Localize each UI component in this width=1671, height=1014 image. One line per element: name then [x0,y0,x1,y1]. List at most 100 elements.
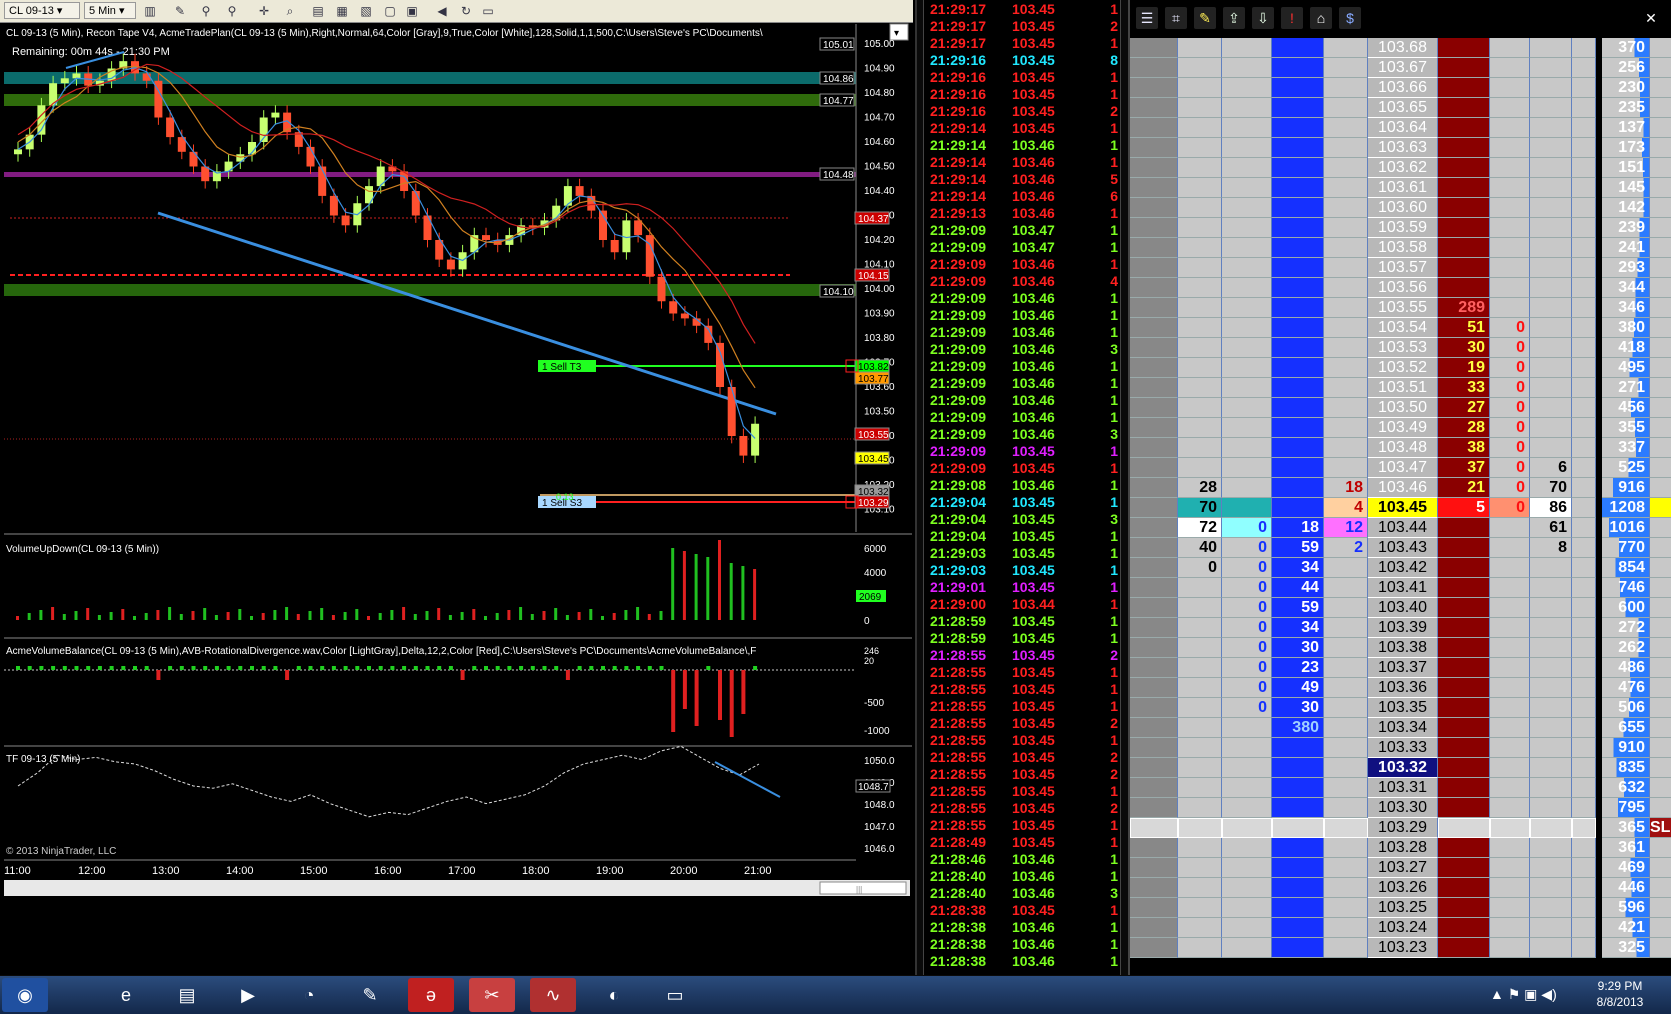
import-icon[interactable]: ⇩ [1252,7,1274,29]
dom-cell-price[interactable]: 103.61 [1368,178,1438,198]
dom-cell-c7[interactable] [1530,738,1572,758]
drawing-tool-2-icon[interactable]: ⚲ [224,3,240,19]
dom-cell-price[interactable]: 103.27 [1368,858,1438,878]
dom-cell-price[interactable]: 103.23 [1368,938,1438,958]
dom-row[interactable]: 103.58 241 [1130,238,1671,258]
dom-row[interactable]: 28 18 103.46 21 0 70 916 [1130,478,1671,498]
dom-row[interactable]: 103.32 835 [1130,758,1671,778]
firefox-icon[interactable]: ◔ [286,978,332,1012]
start-orb[interactable]: ◉ [2,978,48,1012]
dom-cell-c1[interactable] [1178,118,1222,138]
instrument-selector[interactable]: CL 09-13 ▾ [4,2,80,19]
dom-cell-c7[interactable] [1530,898,1572,918]
explorer-icon[interactable]: ▤ [164,978,210,1012]
draw-pencil-icon[interactable]: ✎ [172,3,188,19]
dom-row[interactable]: 103.33 910 [1130,738,1671,758]
dom-cell-c7[interactable] [1530,438,1572,458]
dom-cell-c1[interactable] [1178,878,1222,898]
dom-cell-c7[interactable] [1530,678,1572,698]
dom-cell-price[interactable]: 103.57 [1368,258,1438,278]
dom-cell-c7[interactable]: 8 [1530,538,1572,558]
dom-row[interactable]: 103.56 344 [1130,278,1671,298]
dom-cell-c1[interactable]: 0 [1178,558,1222,578]
chart-icon[interactable]: ⌗ [1165,7,1187,29]
alert-icon[interactable]: ! [1281,7,1303,29]
dom-row[interactable]: 103.63 173 [1130,138,1671,158]
dom-cell-price[interactable]: 103.50 [1368,398,1438,418]
bar-type-icon[interactable]: ▥ [142,3,158,19]
dom-row[interactable]: 103.67 256 [1130,58,1671,78]
dom-cell-c1[interactable] [1178,598,1222,618]
dom-cell-price[interactable]: 103.67 [1368,58,1438,78]
dom-cell-c7[interactable] [1530,98,1572,118]
dom-cell-c7[interactable]: 86 [1530,498,1572,518]
dom-cell-c1[interactable] [1178,298,1222,318]
dom-row[interactable]: 103.64 137 [1130,118,1671,138]
dom-cell-c7[interactable] [1530,178,1572,198]
dom-cell-c7[interactable] [1530,398,1572,418]
dom-row[interactable]: 103.47 37 0 6 525 [1130,458,1671,478]
dom-cell-price[interactable]: 103.60 [1368,198,1438,218]
dom-cell-price[interactable]: 103.26 [1368,878,1438,898]
dom-cell-c7[interactable] [1530,878,1572,898]
dom-cell-c7[interactable] [1530,798,1572,818]
close-icon[interactable]: ✕ [1640,7,1662,29]
dom-cell-c7[interactable] [1530,778,1572,798]
dom-cell-c1[interactable] [1178,218,1222,238]
dom-cell-c1[interactable] [1178,98,1222,118]
dom-cell-price[interactable]: 103.38 [1368,638,1438,658]
dom-cell-c1[interactable] [1178,78,1222,98]
dom-cell-price[interactable]: 103.53 [1368,338,1438,358]
dom-row[interactable]: 0 0 34 103.42 854 [1130,558,1671,578]
dom-row[interactable]: 103.54 51 0 380 [1130,318,1671,338]
dom-cell-c7[interactable]: 6 [1530,458,1572,478]
dom-row[interactable]: 103.31 632 [1130,778,1671,798]
dom-cell-price[interactable]: 103.34 [1368,718,1438,738]
dom-cell-c1[interactable] [1178,178,1222,198]
dom-row[interactable]: 103.29 365 SL [1130,818,1671,838]
dom-row[interactable]: 0 49 103.36 476 [1130,678,1671,698]
dom-cell-price[interactable]: 103.62 [1368,158,1438,178]
gadget-icon[interactable]: ◐ [591,978,637,1012]
list-icon[interactable]: ☰ [1136,7,1158,29]
dom-cell-price[interactable]: 103.58 [1368,238,1438,258]
dom-cell-c7[interactable] [1530,858,1572,878]
dom-cell-c7[interactable] [1530,278,1572,298]
dom-cell-price[interactable]: 103.40 [1368,598,1438,618]
data-box-icon[interactable]: ▢ [382,3,398,19]
dom-cell-c1[interactable] [1178,438,1222,458]
dom-cell-c7[interactable] [1530,918,1572,938]
dom-row[interactable]: 70 4 103.45 5 0 86 1208 [1130,498,1671,518]
dom-row[interactable]: 72 0 18 12 103.44 61 1016 [1130,518,1671,538]
template-icon[interactable]: ▣ [404,3,420,19]
dom-row[interactable]: 103.28 361 [1130,838,1671,858]
snipping-icon[interactable]: ✂ [469,978,515,1012]
dom-cell-price[interactable]: 103.33 [1368,738,1438,758]
dom-cell-c7[interactable]: 70 [1530,478,1572,498]
dom-cell-price[interactable]: 103.66 [1368,78,1438,98]
dom-cell-c1[interactable] [1178,258,1222,278]
dom-row[interactable]: 103.57 293 [1130,258,1671,278]
dom-cell-c1[interactable] [1178,618,1222,638]
dom-row[interactable]: 103.51 33 0 271 [1130,378,1671,398]
tray-icons[interactable]: ▲ ⚑ ▣ ◀) [1490,986,1557,1003]
dom-cell-c1[interactable] [1178,458,1222,478]
dom-row[interactable]: 0 30 103.38 262 [1130,638,1671,658]
dom-row[interactable]: 0 34 103.39 272 [1130,618,1671,638]
dom-row[interactable]: 103.65 235 [1130,98,1671,118]
dom-row[interactable]: 103.27 469 [1130,858,1671,878]
monitor-icon[interactable]: ▭ [480,3,496,19]
crosshair-icon[interactable]: ✛ [256,3,272,19]
dom-cell-price[interactable]: 103.39 [1368,618,1438,638]
dom-cell-price[interactable]: 103.29 [1368,818,1438,838]
dom-cell-c7[interactable] [1530,298,1572,318]
dom-cell-c7[interactable] [1530,118,1572,138]
dom-cell-c1[interactable] [1178,818,1222,838]
dom-cell-c1[interactable]: 72 [1178,518,1222,538]
dom-row[interactable]: 103.60 142 [1130,198,1671,218]
dom-row[interactable]: 0 59 103.40 600 [1130,598,1671,618]
dom-cell-c7[interactable] [1530,238,1572,258]
chart-canvas[interactable]: CL 09-13 (5 Min), Recon Tape V4, AcmeTra… [0,22,913,974]
dom-cell-c7[interactable] [1530,338,1572,358]
dom-cell-price[interactable]: 103.49 [1368,418,1438,438]
